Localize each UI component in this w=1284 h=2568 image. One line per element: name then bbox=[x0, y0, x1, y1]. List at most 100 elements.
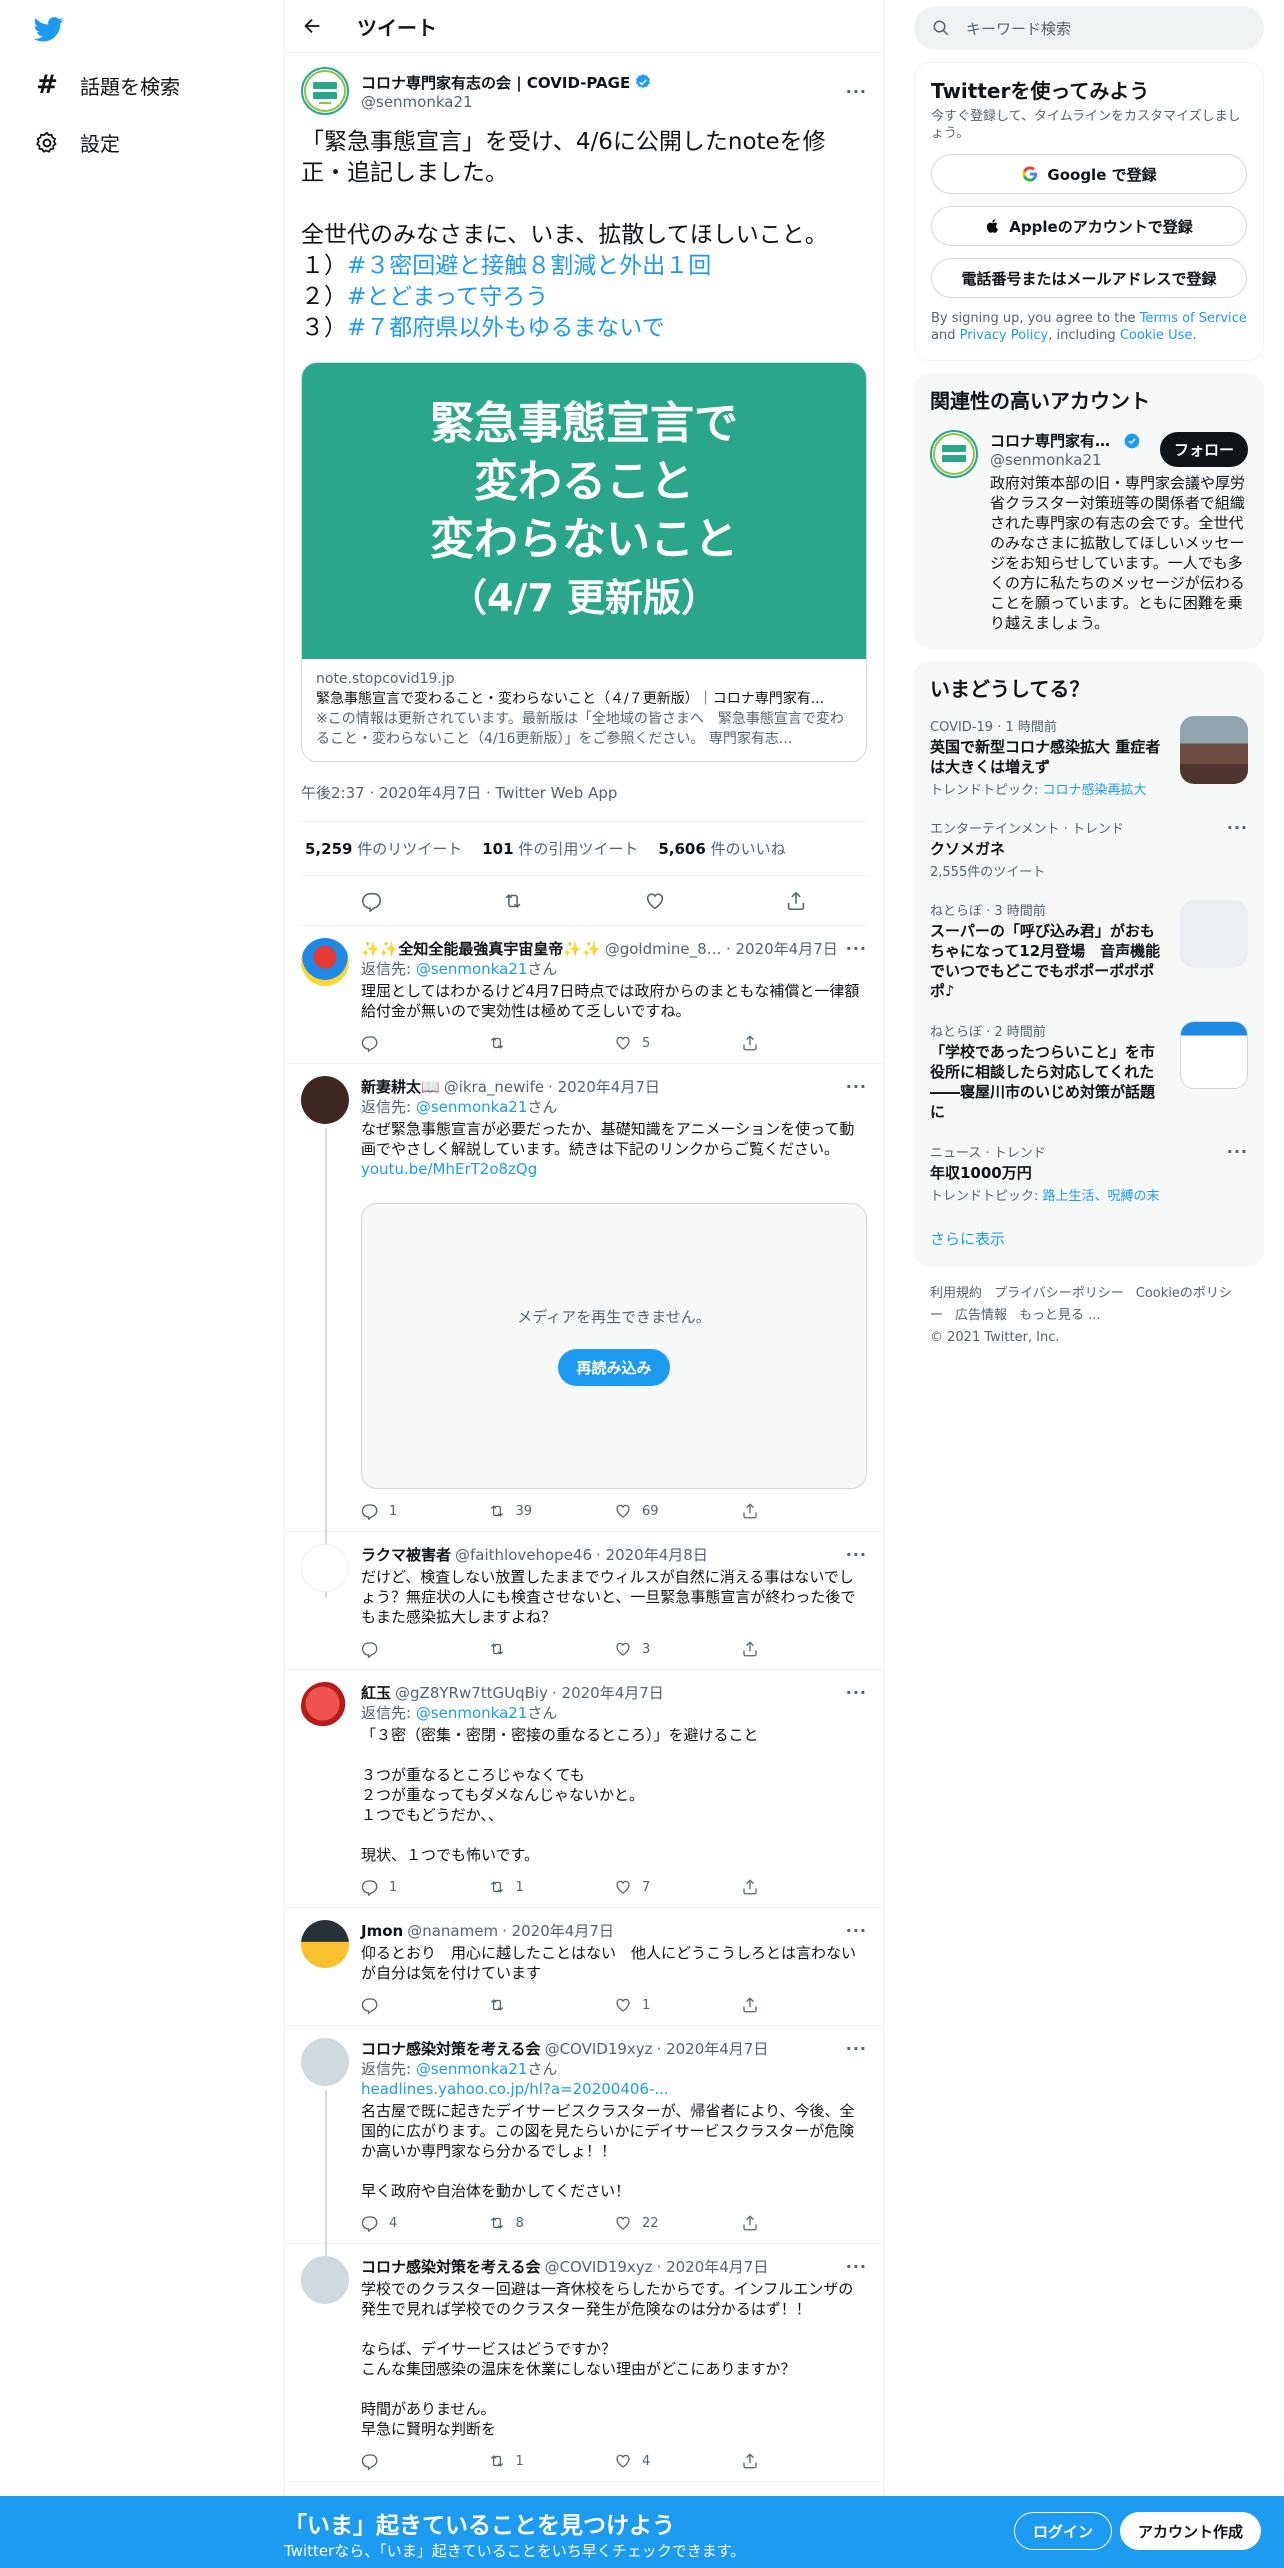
retweet-action[interactable]: 1 bbox=[488, 1878, 615, 1896]
phone-signup-button[interactable]: 電話番号またはメールアドレスで登録 bbox=[931, 258, 1247, 298]
search-box[interactable]: キーワード検索 bbox=[914, 6, 1264, 50]
like-action[interactable]: 4 bbox=[614, 2452, 741, 2470]
like-action[interactable]: 69 bbox=[614, 1502, 741, 1520]
avatar[interactable] bbox=[301, 1544, 349, 1592]
quotes-stat[interactable]: 101 件の引用ツイート bbox=[482, 838, 638, 859]
reply-action[interactable]: 1 bbox=[361, 1502, 488, 1520]
trend-item[interactable]: COVID-19 · 1 時間前 英国で新型コロナ感染拡大 重症者は大きくは増えず… bbox=[914, 706, 1264, 808]
reply-author-name[interactable]: 新妻耕太📖 bbox=[361, 1076, 440, 1097]
more-options-icon[interactable]: ··· bbox=[838, 939, 867, 958]
reply-tweet[interactable]: コロナ感染対策を考える会 @COVID19xyz · 2020年4月7日 ··· 学校で… bbox=[285, 2244, 883, 2482]
trend-item[interactable]: エンターテインメント · トレンド クソメガネ 2,555件のツイート ··· bbox=[914, 808, 1264, 890]
share-action[interactable] bbox=[741, 1996, 868, 2014]
reply-tweet[interactable]: ラクマ被害者 @faithlovehope46 · 2020年4月8日 ··· だけど、… bbox=[285, 1532, 883, 1670]
mention-link[interactable]: @senmonka21 bbox=[416, 1704, 528, 1722]
hashtag-link[interactable]: #３密回避と接触８割減と外出１回 bbox=[347, 253, 711, 279]
reply-link[interactable]: headlines.yahoo.co.jp/hl?a=20200406-... bbox=[361, 2079, 867, 2099]
reply-author-name[interactable]: コロナ感染対策を考える会 bbox=[361, 2256, 541, 2277]
avatar[interactable] bbox=[301, 1920, 349, 1968]
twitter-logo-icon[interactable] bbox=[34, 14, 64, 44]
google-signup-button[interactable]: Google で登録 bbox=[931, 154, 1247, 194]
like-action[interactable]: 1 bbox=[614, 1996, 741, 2014]
reply-action[interactable] bbox=[361, 2452, 488, 2470]
trend-item[interactable]: ねとらぼ · 3 時間前 スーパーの「呼び込み君」がおもちゃになって12月登場 音… bbox=[914, 890, 1264, 1011]
more-options-icon[interactable]: ··· bbox=[1227, 1142, 1248, 1204]
relevant-account[interactable]: コロナ専門家有志... @senmonka21 フォロー 政府対策本部の旧・専門… bbox=[914, 418, 1264, 649]
hashtag-link[interactable]: #とどまって守ろう bbox=[347, 284, 548, 310]
like-action[interactable]: 22 bbox=[614, 2214, 741, 2232]
reload-button[interactable]: 再読み込み bbox=[558, 1349, 670, 1386]
footer-link[interactable]: もっと見る ... bbox=[1019, 1308, 1101, 1323]
more-options-icon[interactable]: ··· bbox=[846, 82, 867, 101]
nav-settings[interactable]: 設定 bbox=[34, 128, 120, 157]
like-icon[interactable] bbox=[644, 890, 666, 912]
avatar[interactable] bbox=[301, 2256, 349, 2304]
footer-link[interactable]: 広告情報 bbox=[955, 1308, 1007, 1323]
reply-tweet[interactable]: Jmon @nanamem · 2020年4月7日 ··· 仰るとおり 用心に越したこと… bbox=[285, 1908, 883, 2026]
more-options-icon[interactable]: ··· bbox=[838, 2039, 867, 2058]
reply-date[interactable]: · 2020年4月7日 bbox=[657, 2256, 769, 2277]
login-button[interactable]: ログイン bbox=[1014, 2512, 1113, 2550]
avatar[interactable] bbox=[930, 430, 978, 478]
create-account-button[interactable]: アカウント作成 bbox=[1120, 2512, 1262, 2550]
reply-action[interactable] bbox=[361, 1034, 488, 1052]
reply-date[interactable]: · 2020年4月7日 bbox=[502, 1920, 614, 1941]
trend-item[interactable]: ねとらぼ · 2 時間前 「学校であったつらいこと」を市役所に相談したら対応してく… bbox=[914, 1011, 1264, 1132]
nav-explore[interactable]: # 話題を検索 bbox=[34, 70, 180, 100]
reply-author-name[interactable]: コロナ感染対策を考える会 bbox=[361, 2038, 541, 2059]
avatar[interactable] bbox=[301, 938, 349, 986]
avatar[interactable] bbox=[301, 67, 349, 115]
reply-action[interactable]: 1 bbox=[361, 1878, 488, 1896]
back-arrow-icon[interactable] bbox=[301, 15, 323, 37]
more-options-icon[interactable]: ··· bbox=[838, 1545, 867, 1564]
reply-date[interactable]: · 2020年4月7日 bbox=[552, 1682, 664, 1703]
trend-item[interactable]: ニュース · トレンド 年収1000万円 トレンドトピック: 路上生活、呪縛の末 ··… bbox=[914, 1132, 1264, 1214]
more-options-icon[interactable]: ··· bbox=[838, 1921, 867, 1940]
reply-author-name[interactable]: 紅玉 bbox=[361, 1682, 391, 1703]
share-action[interactable] bbox=[741, 1034, 868, 1052]
like-action[interactable]: 3 bbox=[614, 1640, 741, 1658]
retweet-action[interactable]: 39 bbox=[488, 1502, 615, 1520]
mention-link[interactable]: @senmonka21 bbox=[416, 1098, 528, 1116]
share-icon[interactable] bbox=[785, 890, 807, 912]
trend-topic-link[interactable]: コロナ感染再拡大 bbox=[1043, 783, 1147, 798]
reply-action[interactable] bbox=[361, 1640, 488, 1658]
reply-action[interactable] bbox=[361, 1996, 488, 2014]
reply-action[interactable]: 4 bbox=[361, 2214, 488, 2232]
reply-icon[interactable] bbox=[361, 890, 383, 912]
share-action[interactable] bbox=[741, 1878, 868, 1896]
more-options-icon[interactable]: ··· bbox=[1227, 818, 1248, 880]
show-more-link[interactable]: さらに表示 bbox=[914, 1214, 1264, 1267]
reply-link[interactable]: youtu.be/MhErT2o8zQg bbox=[361, 1159, 867, 1179]
search-input[interactable]: キーワード検索 bbox=[966, 18, 1071, 39]
terms-of-service-link[interactable]: Terms of Service bbox=[1140, 311, 1247, 326]
more-options-icon[interactable]: ··· bbox=[838, 2257, 867, 2276]
reply-tweet[interactable]: コロナ感染対策を考える会 @COVID19xyz · 2020年4月7日 ··· 返信先… bbox=[285, 2026, 883, 2296]
mention-link[interactable]: @senmonka21 bbox=[416, 2060, 528, 2078]
share-action[interactable] bbox=[741, 1640, 868, 1658]
retweet-icon[interactable] bbox=[502, 890, 524, 912]
retweet-action[interactable] bbox=[488, 1640, 615, 1658]
avatar[interactable] bbox=[301, 1076, 349, 1124]
more-options-icon[interactable]: ··· bbox=[838, 1077, 867, 1096]
follow-button[interactable]: フォロー bbox=[1159, 432, 1248, 467]
reply-tweet[interactable]: 新妻耕太📖 @ikra_newife · 2020年4月7日 ··· 返信先: @sen… bbox=[285, 1064, 883, 1598]
avatar[interactable] bbox=[301, 2038, 349, 2086]
reply-tweet[interactable]: ✨✨全知全能最強真宇宙皇帝✨✨ @goldmine_88... · 2020年4月7… bbox=[285, 926, 883, 1064]
share-action[interactable] bbox=[741, 1502, 868, 1520]
reply-date[interactable]: · 2020年4月7日 bbox=[726, 938, 838, 959]
footer-link[interactable]: 利用規約 bbox=[930, 1286, 982, 1301]
retweet-action[interactable]: 8 bbox=[488, 2214, 615, 2232]
share-action[interactable] bbox=[741, 2214, 868, 2232]
reply-tweet[interactable]: 紅玉 @gZ8YRw7ttGUqBiy · 2020年4月7日 ··· 返信先: @se… bbox=[285, 1670, 883, 1908]
like-action[interactable]: 7 bbox=[614, 1878, 741, 1896]
likes-stat[interactable]: 5,606 件のいいね bbox=[658, 838, 785, 859]
reply-date[interactable]: · 2020年4月8日 bbox=[596, 1544, 708, 1565]
cookie-use-link[interactable]: Cookie Use bbox=[1120, 328, 1193, 343]
share-action[interactable] bbox=[741, 2452, 868, 2470]
reply-author-name[interactable]: ✨✨全知全能最強真宇宙皇帝✨✨ bbox=[361, 938, 601, 959]
tweet-meta[interactable]: 午後2:37 · 2020年4月7日 · Twitter Web App bbox=[301, 782, 867, 822]
reply-date[interactable]: · 2020年4月7日 bbox=[657, 2038, 769, 2059]
avatar[interactable] bbox=[301, 1682, 349, 1730]
hashtag-link[interactable]: #７都府県以外もゆるまないで bbox=[347, 315, 665, 341]
